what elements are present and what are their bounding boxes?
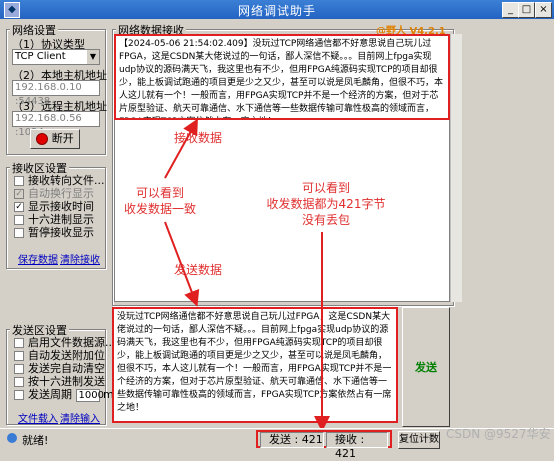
status-bar: 就绪! 发送 : 421 接收 : 421 复位计数 CSDN @9527华安: [0, 427, 554, 460]
status-icon: [6, 432, 17, 443]
watermark: CSDN @9527华安: [446, 427, 551, 441]
reset-count-button[interactable]: 复位计数: [398, 431, 440, 449]
received-count: 接收 : 421: [326, 432, 388, 460]
annotation-arrows: [164, 118, 330, 432]
arrow-to-received: [164, 118, 198, 179]
arrow-to-sent: [164, 221, 200, 307]
sent-count: 发送 : 421: [260, 432, 324, 448]
status-ready: 就绪!: [22, 434, 49, 447]
